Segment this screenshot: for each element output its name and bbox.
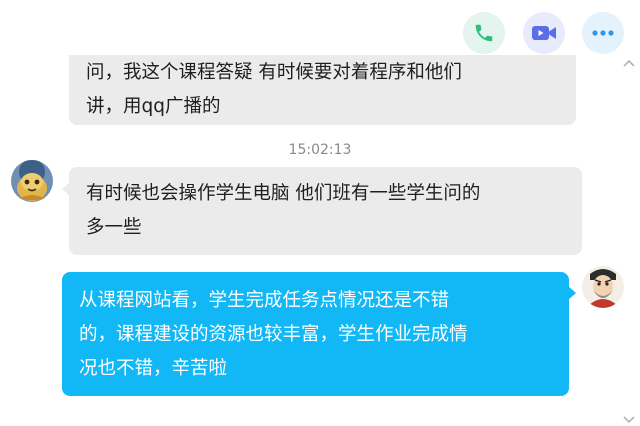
incoming-message-bubble[interactable]: 有时候也会操作学生电脑 他们班有一些学生问的 多一些 [69,167,582,255]
more-dots-icon [592,30,614,36]
voice-call-button[interactable] [463,12,505,54]
scroll-down-chevron-icon[interactable] [622,414,636,426]
outgoing-message-bubble[interactable]: 从课程网站看，学生完成任务点情况还是不错 的，课程建设的资源也较丰富，学生作业完… [62,272,569,396]
message-line: 多一些 [86,217,142,238]
message-line: 的，课程建设的资源也较丰富，学生作业完成情 [79,324,468,345]
phone-icon [475,24,493,42]
message-line: 问，我这个课程答疑 有时候要对着程序和他们 [86,62,462,83]
chat-window: 问，我这个课程答疑 有时候要对着程序和他们 讲，用qq广播的 15:02:13 … [0,0,640,426]
contact-avatar-image [11,160,53,202]
own-avatar[interactable] [582,266,624,308]
contact-avatar[interactable] [11,160,53,202]
incoming-message-bubble[interactable]: 问，我这个课程答疑 有时候要对着程序和他们 讲，用qq广播的 [69,55,576,125]
message-timestamp: 15:02:13 [288,142,352,158]
bubble-tail [568,286,576,300]
message-line: 从课程网站看，学生完成任务点情况还是不错 [79,290,450,311]
video-call-button[interactable] [523,12,565,54]
scroll-up-chevron-icon[interactable] [622,58,636,70]
video-camera-icon [532,26,556,40]
message-line: 有时候也会操作学生电脑 他们班有一些学生问的 [86,183,481,204]
more-options-button[interactable] [582,12,624,54]
message-line: 讲，用qq广播的 [86,96,221,117]
message-line: 况也不错，辛苦啦 [79,358,228,379]
own-avatar-image [582,266,624,308]
